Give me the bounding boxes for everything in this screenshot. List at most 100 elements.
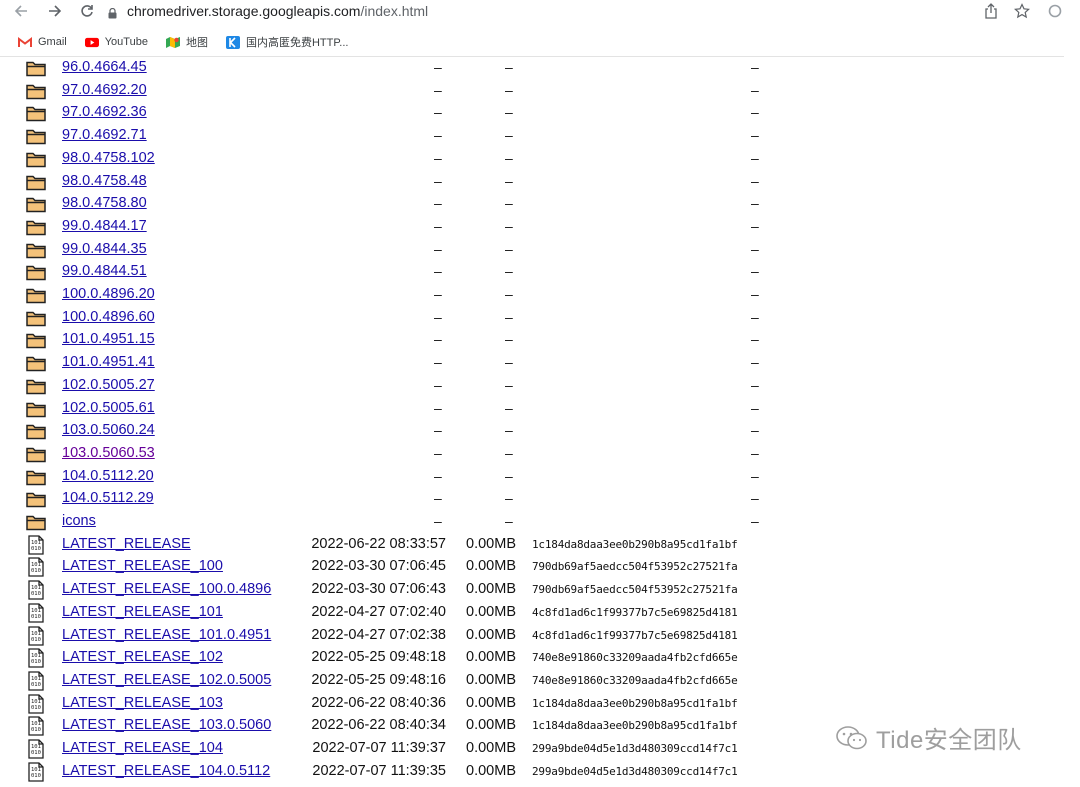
file-link[interactable]: LATEST_RELEASE_102 [62,649,223,666]
folder-icon [26,514,46,531]
folder-icon [26,105,46,122]
binary-file-icon: 101 010 [27,603,47,623]
address-bar[interactable]: chromedriver.storage.googleapis.com/inde… [108,0,428,22]
file-size: 0.00MB [466,740,516,756]
file-link[interactable]: LATEST_RELEASE_103.0.5060 [62,717,271,734]
directory-link[interactable]: 104.0.5112.29 [62,490,154,507]
forward-arrow-icon[interactable] [44,0,66,22]
directory-link[interactable]: 99.0.4844.51 [62,263,147,280]
svg-text:010: 010 [31,773,41,779]
directory-link[interactable]: 97.0.4692.36 [62,104,147,121]
directory-link[interactable]: 103.0.5060.24 [62,422,155,439]
directory-link[interactable]: 104.0.5112.20 [62,468,154,485]
file-size: – [505,354,513,371]
bookmark-label: YouTube [104,36,148,48]
modified-date: – [434,195,442,212]
file-size: – [505,490,513,507]
reload-icon[interactable] [76,0,98,22]
directory-row: 104.0.5112.29 – – – [0,488,1064,510]
modified-date: – [434,172,442,189]
binary-file-icon: 101 010 [27,716,47,736]
file-link[interactable]: LATEST_RELEASE_101 [62,604,223,621]
directory-link[interactable]: 100.0.4896.20 [62,286,155,303]
bookmark-label: 国内高匿免费HTTP... [245,37,349,49]
file-link[interactable]: LATEST_RELEASE_104 [62,740,223,757]
bookmark-star-icon[interactable] [1014,0,1030,22]
bookmark-youtube[interactable]: YouTube [84,36,148,48]
gmail-icon [18,36,32,48]
file-size: – [505,149,513,166]
directory-link[interactable]: 102.0.5005.61 [62,400,155,417]
bookmark-gmail[interactable]: Gmail [18,36,67,48]
file-size: 0.00MB [466,626,516,643]
share-icon[interactable] [984,0,998,22]
directory-link[interactable]: 101.0.4951.15 [62,331,155,348]
directory-link[interactable]: 100.0.4896.60 [62,309,155,326]
etag-hash: 4c8fd1ad6c1f99377b7c5e69825d4181 [532,628,738,642]
etag-hash: – [751,104,759,121]
etag-hash: – [751,354,759,371]
directory-link[interactable]: 102.0.5005.27 [62,377,155,394]
etag-hash: – [751,308,759,325]
file-row: 101 010 LATEST_RELEASE_104.0.5112 2022-07-0… [0,761,1064,783]
modified-date: 2022-03-30 07:06:43 [311,581,446,598]
file-size: – [505,513,513,529]
extension-icon[interactable] [1048,0,1062,22]
folder-icon [26,264,46,281]
file-link[interactable]: LATEST_RELEASE_100 [62,558,223,575]
modified-date: – [434,263,442,280]
bookmark-maps[interactable]: 地图 [165,34,208,50]
directory-link[interactable]: 99.0.4844.35 [62,241,147,258]
binary-file-icon: 101 010 [27,557,47,578]
directory-link[interactable]: 98.0.4758.102 [62,150,155,167]
etag-hash: 4c8fd1ad6c1f99377b7c5e69825d4181 [532,605,738,619]
directory-link[interactable]: 99.0.4844.17 [62,218,147,235]
binary-file-icon: 101 010 [27,648,47,668]
directory-link[interactable]: 98.0.4758.80 [62,195,147,212]
directory-link[interactable]: 97.0.4692.20 [62,82,147,99]
directory-link[interactable]: 101.0.4951.41 [62,354,155,371]
directory-row: 97.0.4692.71 – – – [0,125,1064,147]
directory-row: 100.0.4896.60 – – – [0,307,1064,329]
folder-icon [26,287,46,304]
binary-file-icon: 101 010 [27,762,47,782]
file-link[interactable]: LATEST_RELEASE_102.0.5005 [62,672,271,689]
svg-text:010: 010 [31,750,41,756]
file-size: – [505,127,513,144]
file-link[interactable]: LATEST_RELEASE_101.0.4951 [62,627,271,644]
directory-row: 99.0.4844.35 – – – [0,239,1064,261]
file-size: – [505,195,513,212]
file-size: – [505,286,513,302]
file-link[interactable]: LATEST_RELEASE_103 [62,695,223,712]
directory-link[interactable]: icons [62,513,96,530]
modified-date: – [434,331,442,348]
directory-row: 99.0.4844.17 – – – [0,216,1064,238]
etag-hash: 1c184da8daa3ee0b290b8a95cd1fa1bf [532,696,738,710]
directory-link[interactable]: 98.0.4758.48 [62,173,147,190]
directory-row: 100.0.4896.20 – – – [0,284,1064,306]
file-row: 101 010 LATEST_RELEASE 2022-06-22 08:33:57 0… [0,534,1064,556]
directory-row: 97.0.4692.20 – – – [0,80,1064,102]
directory-link[interactable]: 103.0.5060.53 [62,445,155,462]
folder-icon [26,60,46,77]
svg-text:010: 010 [31,659,41,665]
folder-icon [26,151,46,168]
binary-file-icon: 101 010 [27,671,47,691]
directory-link[interactable]: 96.0.4664.45 [62,59,147,76]
file-link[interactable]: LATEST_RELEASE_100.0.4896 [62,581,271,598]
bookmark-proxy-site[interactable]: 国内高匿免费HTTP... [225,34,349,50]
file-size: – [505,376,513,393]
etag-hash: 790db69af5aedcc504f53952c27521fa [532,583,738,597]
directory-row: 98.0.4758.48 – – – [0,171,1064,193]
etag-hash: 740e8e91860c33209aada4fb2cfd665e [532,673,738,687]
back-arrow-icon[interactable] [10,0,32,22]
modified-date: – [434,444,442,461]
etag-hash: 1c184da8daa3ee0b290b8a95cd1fa1bf [532,719,738,733]
url-host: chromedriver.storage.googleapis.com [127,3,361,19]
directory-link[interactable]: 97.0.4692.71 [62,127,147,144]
file-link[interactable]: LATEST_RELEASE [62,536,191,553]
proxy-site-icon [225,35,240,49]
file-link[interactable]: LATEST_RELEASE_104.0.5112 [62,763,270,780]
modified-date: – [434,467,442,484]
binary-file-icon: 101 010 [27,693,47,714]
